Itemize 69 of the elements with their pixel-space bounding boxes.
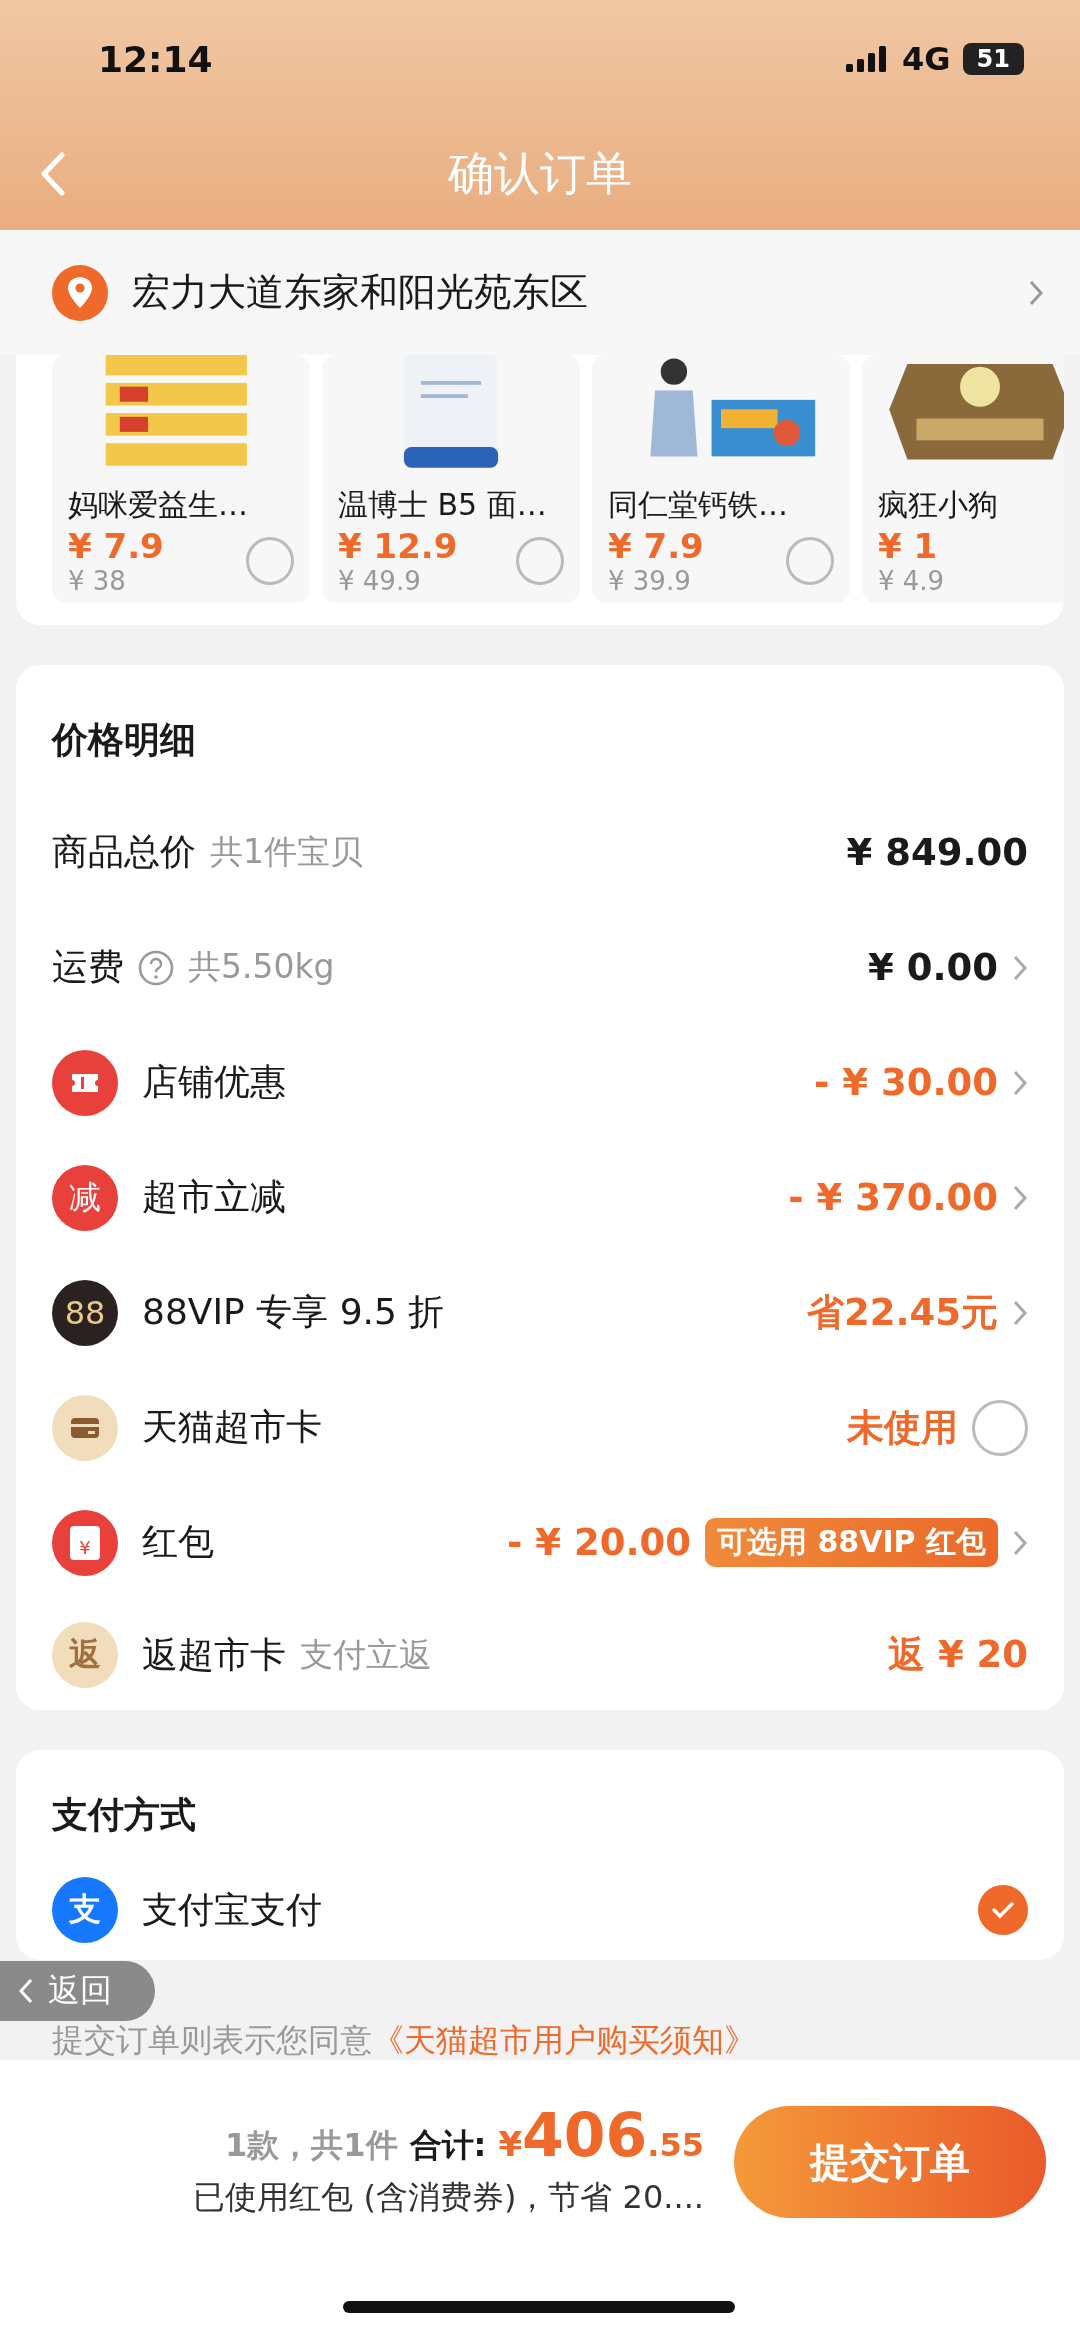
back-icon[interactable] — [40, 152, 66, 196]
product-name: 疯狂小狗 — [878, 486, 999, 524]
chevron-icon — [18, 1977, 34, 2005]
product-name: 同仁堂钙铁… — [608, 486, 789, 524]
product-card[interactable]: 温博士 B5 面… ¥ 12.9 ¥ 49.9 — [322, 355, 580, 603]
product-price: ¥ 7.9 — [608, 526, 704, 566]
location-pin-icon — [52, 264, 108, 321]
vip-icon: 88 — [52, 1279, 118, 1346]
select-radio[interactable] — [516, 537, 564, 585]
page-title: 确认订单 — [448, 145, 632, 202]
discount-icon: 减 — [52, 1164, 118, 1231]
check-icon — [991, 1901, 1015, 1919]
chevron-icon[interactable] — [1012, 1068, 1028, 1097]
chevron-icon[interactable] — [1012, 1183, 1028, 1212]
row-value: - ¥ 20.00 — [507, 1521, 691, 1564]
chevron-icon[interactable] — [1012, 953, 1028, 982]
help-icon[interactable] — [138, 949, 174, 986]
use-radio[interactable] — [972, 1399, 1028, 1456]
original-price: ¥ 39.9 — [608, 566, 692, 596]
row-value: - ¥ 30.00 — [814, 1061, 998, 1104]
row-note: 共1件宝贝 — [210, 831, 363, 873]
product-card[interactable]: 疯狂小狗 ¥ 1 ¥ 4.9 — [862, 355, 1064, 603]
section-title: 价格明细 — [52, 717, 197, 762]
selected-check[interactable] — [978, 1885, 1028, 1935]
product-card[interactable]: 同仁堂钙铁… ¥ 7.9 ¥ 39.9 — [592, 355, 850, 603]
row-label: 商品总价 — [52, 830, 196, 874]
row-label: 88VIP 专享 9.5 折 — [142, 1290, 445, 1334]
rebate-icon: 返 — [52, 1622, 118, 1688]
row-label: 运费 — [52, 945, 124, 989]
item-count: 1款，共1件 — [225, 2125, 398, 2166]
row-value: 返 ¥ 20 — [888, 1632, 1028, 1678]
envelope-icon: ¥ — [52, 1509, 118, 1576]
section-title: 支付方式 — [52, 1792, 197, 1837]
row-value: 未使用 — [847, 1404, 958, 1451]
address-row[interactable]: 宏力大道东家和阳光苑东区 — [0, 230, 1080, 355]
product-price: ¥ 12.9 — [338, 526, 458, 566]
original-price: ¥ 4.9 — [878, 566, 945, 596]
chevron-icon — [1028, 278, 1044, 307]
total-label: 合计: — [409, 2125, 487, 2166]
row-note: 支付立返 — [300, 1633, 432, 1676]
product-price: ¥ 7.9 — [68, 526, 164, 566]
select-radio[interactable] — [246, 537, 294, 585]
original-price: ¥ 38 — [68, 566, 127, 596]
row-label: 超市立减 — [142, 1175, 286, 1219]
product-card[interactable]: 妈咪爱益生… ¥ 7.9 ¥ 38 — [52, 355, 310, 603]
row-value: 省22.45元 — [806, 1289, 998, 1336]
network-label: 4G — [902, 40, 951, 78]
chevron-icon[interactable] — [1012, 1298, 1028, 1327]
battery-indicator: 51 — [962, 43, 1024, 75]
row-value: ¥ 849.00 — [846, 831, 1028, 874]
row-note: 共5.50kg — [188, 946, 335, 988]
payment-method-label: 支付宝支付 — [142, 1887, 322, 1932]
total-amount: ¥406.55 — [498, 2100, 704, 2170]
agreement-text: 提交订单则表示您同意《天猫超市用户购买须知》 — [52, 2022, 757, 2058]
select-radio[interactable] — [786, 537, 834, 585]
row-label: 天猫超市卡 — [142, 1405, 322, 1449]
product-price: ¥ 1 — [878, 526, 939, 566]
row-value: - ¥ 370.00 — [788, 1176, 998, 1219]
savings-text: 已使用红包 (含消费券)，节省 20.... — [193, 2177, 704, 2218]
status-time: 12:14 — [98, 38, 213, 80]
row-label: 返超市卡 — [142, 1632, 286, 1677]
row-label: 红包 — [142, 1520, 214, 1564]
row-label: 店铺优惠 — [142, 1060, 286, 1104]
original-price: ¥ 49.9 — [338, 566, 422, 596]
row-value: ¥ 0.00 — [868, 946, 998, 989]
alipay-icon: 支 — [52, 1877, 118, 1943]
product-name: 妈咪爱益生… — [68, 486, 249, 524]
product-name: 温博士 B5 面… — [338, 486, 548, 524]
chevron-icon[interactable] — [1012, 1528, 1028, 1557]
